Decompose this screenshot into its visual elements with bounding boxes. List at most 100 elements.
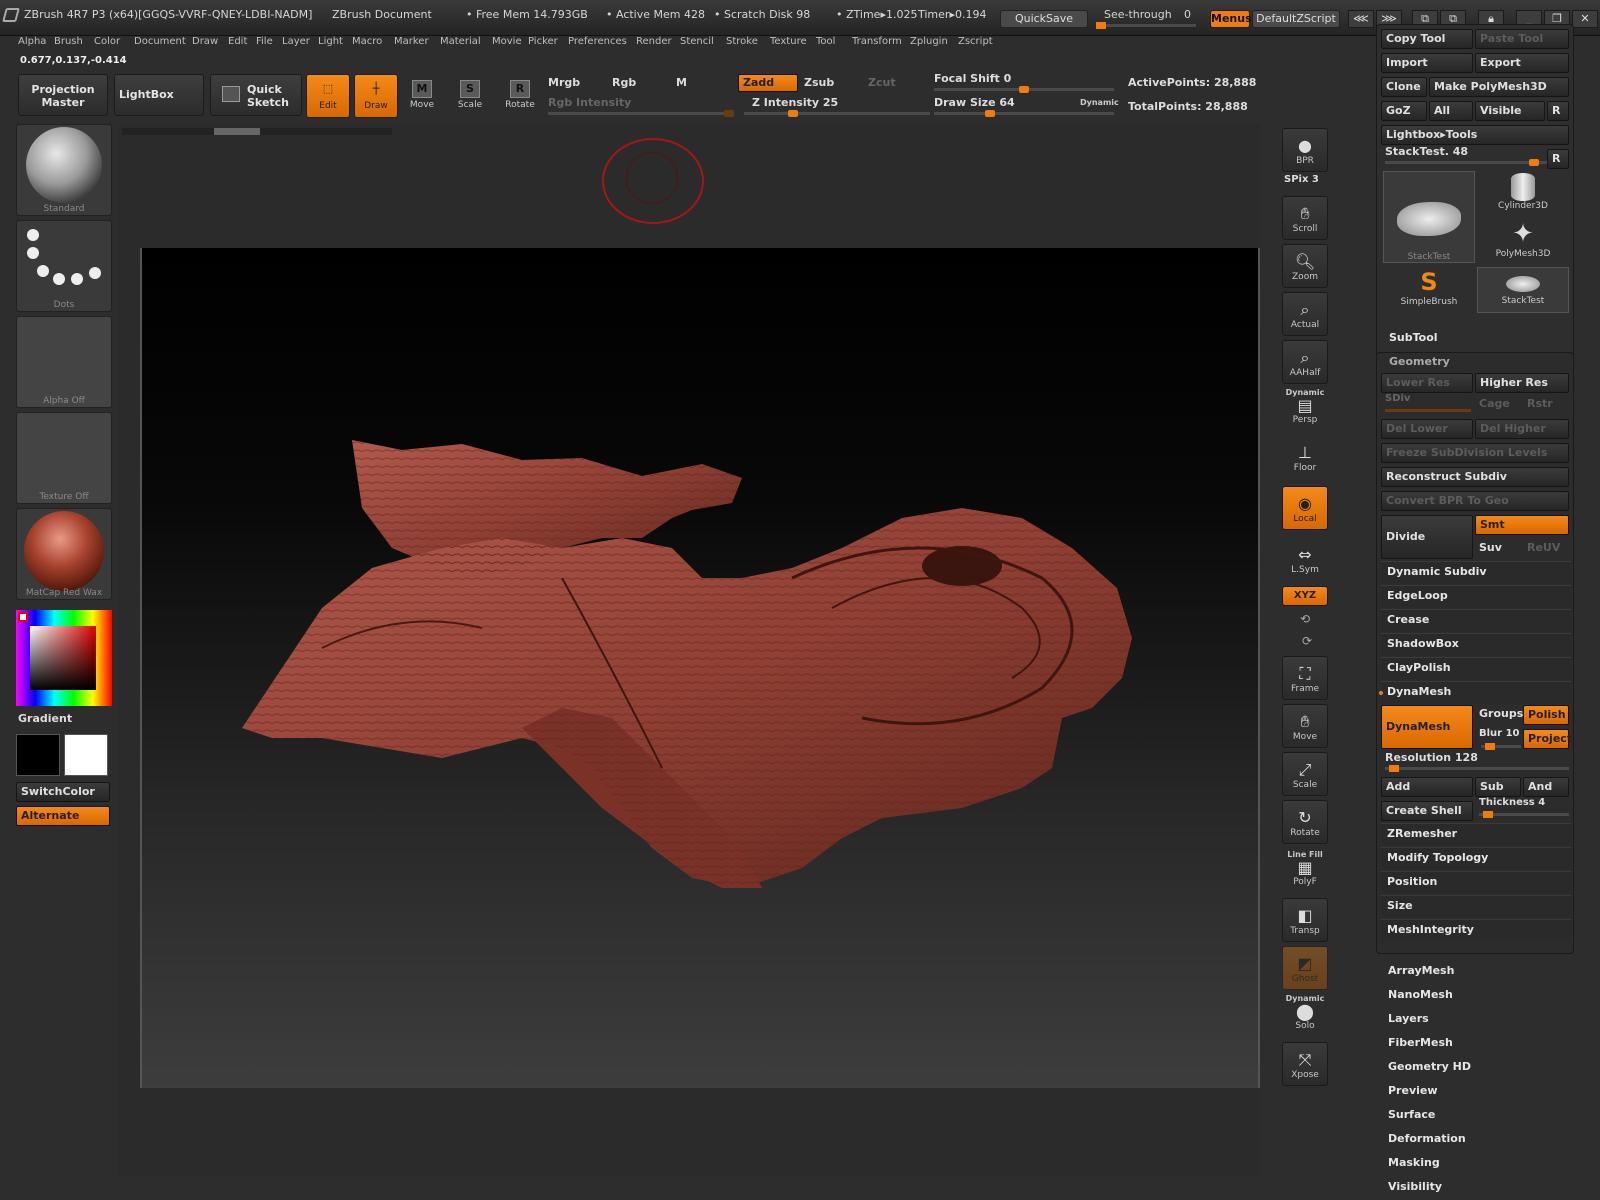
meshintegrity-section[interactable]: MeshIntegrity [1381,919,1571,941]
menu-tool[interactable]: Tool [816,36,835,47]
tool-thumb-simplebrush[interactable]: S SimpleBrush [1383,267,1475,313]
clone-button[interactable]: Clone [1381,77,1427,97]
subpalette-deformation[interactable]: Deformation [1388,1132,1466,1145]
projection-master-button[interactable]: Projection Master [18,74,108,116]
suv-toggle[interactable]: Suv [1475,539,1521,559]
cage-button[interactable]: Cage [1475,395,1521,415]
subpalette-surface[interactable]: Surface [1388,1108,1435,1121]
import-button[interactable]: Import [1381,53,1473,73]
menu-movie[interactable]: Movie [492,36,522,47]
zsub-button[interactable]: Zsub [804,76,834,89]
stroke-thumbnail[interactable]: Dots [16,220,112,312]
brush-thumbnail[interactable]: Standard [16,124,112,216]
scale-button[interactable]: S Scale [448,74,492,118]
lightbox-button[interactable]: LightBox [114,74,204,116]
menu-alpha[interactable]: Alpha [18,36,46,47]
focal-shift-track[interactable] [934,86,1114,93]
menu-document[interactable]: Document [134,36,186,47]
polish-toggle[interactable]: Polish [1523,705,1569,725]
scroll-button[interactable]: ✋︎ Scroll [1282,196,1328,240]
rgb-intensity-track[interactable] [548,110,734,117]
shadowbox-section[interactable]: ShadowBox [1381,633,1571,655]
bpr-button[interactable]: ● BPR [1282,128,1328,172]
lsym-button[interactable]: ⇔ L.Sym [1282,538,1328,582]
menu-brush[interactable]: Brush [54,36,83,47]
dynamesh-button[interactable]: DynaMesh [1381,705,1473,749]
mrgb-button[interactable]: Mrgb [548,76,580,89]
menu-preferences[interactable]: Preferences [568,36,627,47]
sdiv-track[interactable] [1385,409,1471,412]
default-zscript-button[interactable]: DefaultZScript [1252,10,1340,28]
stacktest-track[interactable] [1385,159,1547,166]
blur-slider[interactable]: Blur 10 [1475,725,1521,745]
local-button[interactable]: ◉ Local [1282,486,1328,530]
convert-bpr-button[interactable]: Convert BPR To Geo [1381,491,1569,511]
sub-button[interactable]: Sub [1475,777,1521,797]
move-view-button[interactable]: ✋︎ Move [1282,704,1328,748]
move-button[interactable]: M Move [400,74,444,118]
transp-button[interactable]: ◧ Transp [1282,898,1328,942]
menu-light[interactable]: Light [318,36,343,47]
menu-zscript[interactable]: Zscript [958,36,993,47]
rotate-button[interactable]: R Rotate [498,74,542,118]
rstr-button[interactable]: Rstr [1523,395,1569,415]
xpose-button[interactable]: ⤧ Xpose [1282,1042,1328,1086]
visible-button[interactable]: Visible [1475,101,1545,121]
layout-left-icon[interactable]: ⋘ [1348,10,1374,28]
goz-r-button[interactable]: R [1547,101,1569,121]
menu-edit[interactable]: Edit [228,36,247,47]
modify-topology-section[interactable]: Modify Topology [1381,847,1571,869]
rgb-intensity-slider[interactable]: Rgb Intensity [548,96,631,109]
spix-slider[interactable]: SPix 3 [1284,174,1319,185]
persp-button[interactable]: Dynamic ▤ Persp [1282,386,1328,430]
groups-toggle[interactable]: Groups [1475,705,1523,725]
alternate-button[interactable]: Alternate [16,806,110,826]
sdiv-slider[interactable]: SDiv [1385,393,1410,404]
del-lower-button[interactable]: Del Lower [1381,419,1473,439]
canvas-scrollbar[interactable] [122,128,392,135]
crease-section[interactable]: Crease [1381,609,1571,631]
thickness-track[interactable] [1479,811,1569,818]
menu-draw[interactable]: Draw [192,36,218,47]
reconstruct-subdiv-button[interactable]: Reconstruct Subdiv [1381,467,1569,487]
seethrough-label[interactable]: See-through [1104,8,1172,21]
project-toggle[interactable]: Project [1523,729,1572,749]
add-button[interactable]: Add [1381,777,1473,797]
menu-file[interactable]: File [256,36,273,47]
export-button[interactable]: Export [1475,53,1569,73]
rotate-y-icon[interactable]: ⟲ [1300,612,1310,626]
xyz-button[interactable]: XYZ [1282,586,1328,606]
create-shell-button[interactable]: Create Shell [1381,801,1473,821]
menu-marker[interactable]: Marker [394,36,429,47]
focal-shift-slider[interactable]: Focal Shift 0 [934,72,1011,85]
menu-color[interactable]: Color [94,36,120,47]
del-higher-button[interactable]: Del Higher [1475,419,1569,439]
dynamic-subdiv-section[interactable]: Dynamic Subdiv [1381,561,1571,583]
tool-thumb-stacktest-active[interactable]: StackTest [1383,171,1475,263]
z-intensity-track[interactable] [744,110,930,117]
document-viewport[interactable] [140,248,1260,1088]
menu-macro[interactable]: Macro [352,36,382,47]
subpalette-visibility[interactable]: Visibility [1388,1180,1442,1193]
z-intensity-slider[interactable]: Z Intensity 25 [752,96,838,109]
secondary-color-swatch[interactable] [64,734,108,776]
dynamic-toggle[interactable]: Dynamic [1080,98,1119,107]
rotate-z-icon[interactable]: ⟳ [1302,634,1312,648]
alpha-thumbnail[interactable]: Alpha Off [16,316,112,408]
draw-size-track[interactable] [934,110,1114,117]
rgb-button[interactable]: Rgb [612,76,636,89]
sculpt-model[interactable] [142,248,1258,1088]
actual-button[interactable]: ⌕ Actual [1282,292,1328,336]
texture-thumbnail[interactable]: Texture Off [16,412,112,504]
zcut-button[interactable]: Zcut [868,76,896,89]
subpalette-nanomesh[interactable]: NanoMesh [1388,988,1453,1001]
ghost-button[interactable]: ◩ Ghost [1282,946,1328,990]
aahalf-button[interactable]: ⌕ AAHalf [1282,340,1328,384]
material-thumbnail[interactable]: MatCap Red Wax [16,508,112,600]
color-picker[interactable] [16,610,112,706]
paste-tool-button[interactable]: Paste Tool [1475,29,1569,49]
tool-thumb-cylinder3d[interactable]: Cylinder3D [1477,171,1569,217]
tool-thumb-polymesh3d[interactable]: ✦ PolyMesh3D [1477,219,1569,265]
goz-button[interactable]: GoZ [1381,101,1427,121]
geometry-header[interactable]: Geometry [1389,355,1450,368]
